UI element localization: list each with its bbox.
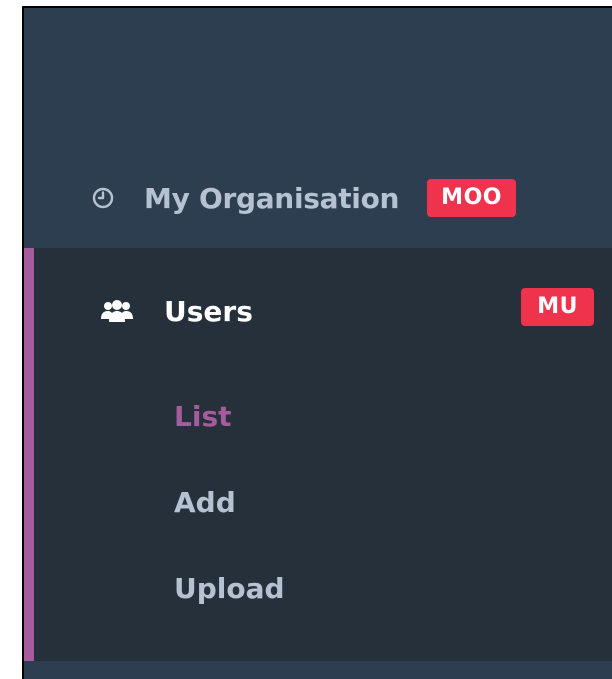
sidebar-item-my-organisation[interactable]: My Organisation MOO bbox=[24, 148, 612, 248]
sidebar-item-label: My Organisation bbox=[144, 181, 400, 215]
clock-icon bbox=[90, 185, 116, 211]
sidebar-menu: My Organisation MOO Users MU List Add Up… bbox=[22, 6, 612, 679]
submenu-item-list[interactable]: List bbox=[34, 374, 612, 460]
org-badge: MOO bbox=[427, 179, 516, 217]
users-badge: MU bbox=[521, 288, 594, 326]
sidebar-item-label: Users bbox=[164, 294, 253, 328]
users-icon bbox=[100, 299, 134, 323]
submenu-item-add[interactable]: Add bbox=[34, 460, 612, 546]
users-section: Users MU List Add Upload bbox=[24, 248, 612, 661]
sidebar-item-users[interactable]: Users MU bbox=[34, 248, 612, 374]
submenu-item-upload[interactable]: Upload bbox=[34, 546, 612, 632]
sidebar-top-spacer bbox=[24, 8, 612, 148]
